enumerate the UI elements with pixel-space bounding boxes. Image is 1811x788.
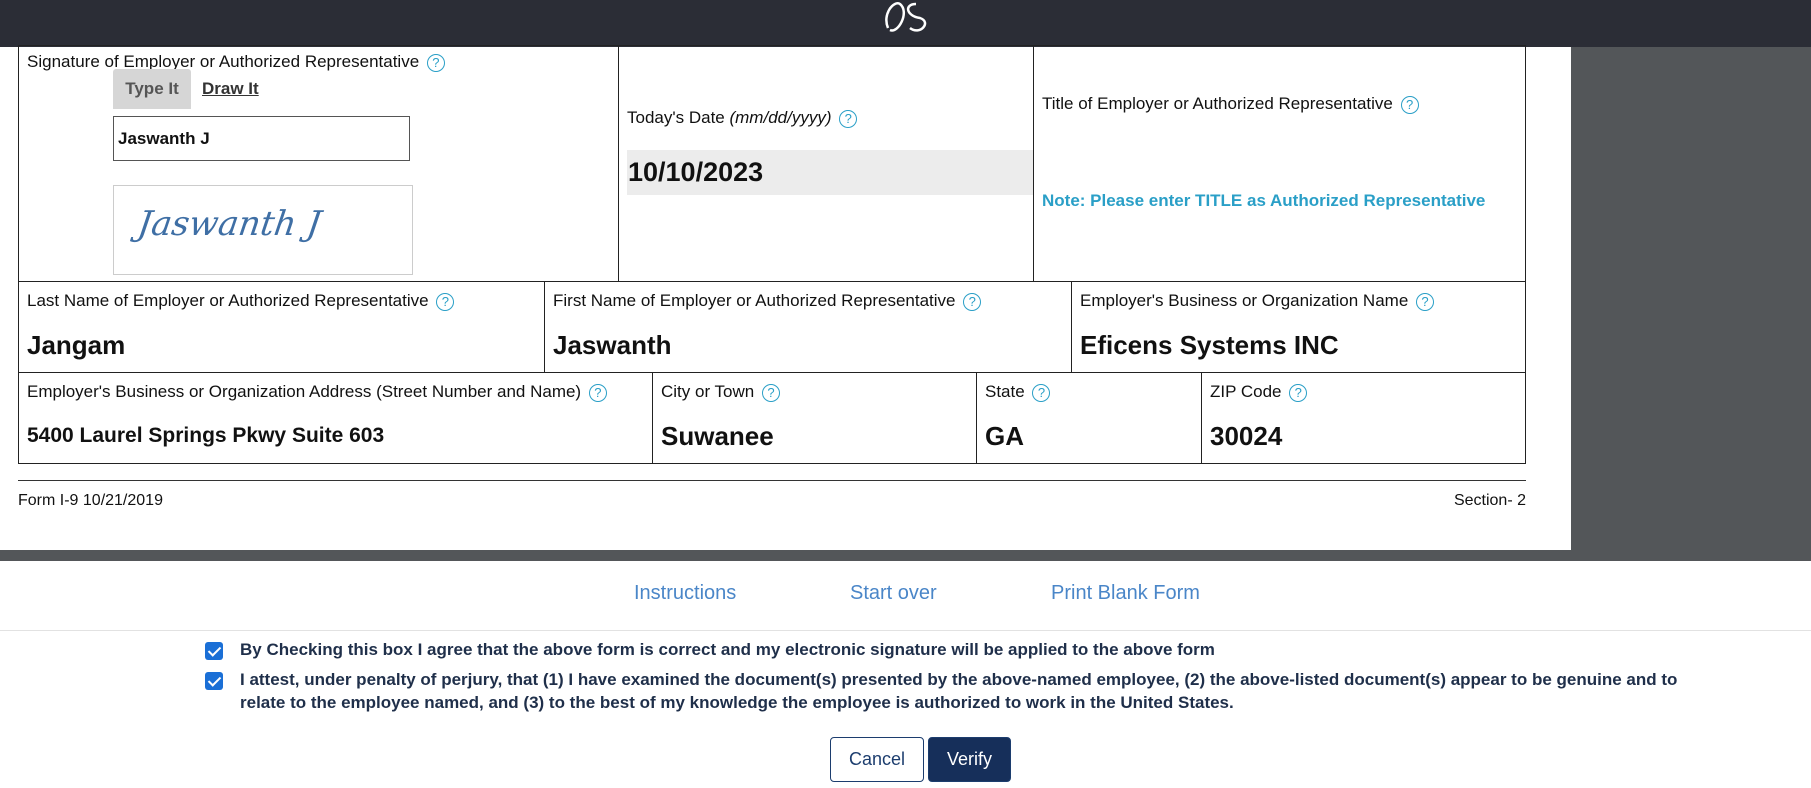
start-over-link[interactable]: Start over — [850, 582, 937, 605]
zip-value[interactable]: 30024 — [1210, 421, 1282, 452]
title-note: Note: Please enter TITLE as Authorized R… — [1042, 191, 1486, 210]
help-icon[interactable]: ? — [1032, 383, 1051, 402]
first-name-label-text: First Name of Employer or Authorized Rep… — [553, 291, 956, 310]
section-label: Section- 2 — [1453, 492, 1526, 509]
address-label: Employer's Business or Organization Addr… — [27, 382, 607, 402]
help-icon[interactable]: ? — [839, 109, 858, 128]
attest-text: I attest, under penalty of perjury, that… — [240, 670, 1678, 712]
last-name-cell: Last Name of Employer or Authorized Repr… — [18, 281, 545, 373]
help-icon[interactable]: ? — [588, 383, 607, 402]
agree-text: By Checking this box I agree that the ab… — [240, 640, 1215, 659]
first-name-cell: First Name of Employer or Authorized Rep… — [544, 281, 1072, 373]
help-icon[interactable]: ? — [963, 292, 982, 311]
zip-label-text: ZIP Code — [1210, 382, 1282, 401]
business-name-cell: Employer's Business or Organization Name… — [1071, 281, 1526, 373]
business-name-value[interactable]: Eficens Systems INC — [1080, 330, 1339, 361]
attest-checkbox[interactable] — [205, 672, 223, 690]
zip-label: ZIP Code ? — [1210, 382, 1308, 402]
address-value[interactable]: 5400 Laurel Springs Pkwy Suite 603 — [27, 424, 384, 448]
date-field: 10/10/2023 — [627, 150, 1034, 195]
address-cell: Employer's Business or Organization Addr… — [18, 372, 653, 464]
city-cell: City or Town ? Suwanee — [652, 372, 977, 464]
agree-checkbox[interactable] — [205, 642, 223, 660]
instructions-link[interactable]: Instructions — [634, 582, 736, 605]
business-name-label: Employer's Business or Organization Name… — [1080, 291, 1435, 311]
links-divider — [0, 630, 1811, 631]
help-icon[interactable]: ? — [1416, 292, 1435, 311]
state-label: State ? — [985, 382, 1051, 402]
viewer-toolbar — [0, 0, 1811, 47]
help-icon[interactable]: ? — [426, 53, 445, 72]
state-cell: State ? GA — [976, 372, 1202, 464]
title-label-text: Title of Employer or Authorized Represen… — [1042, 94, 1393, 113]
title-cell: Title of Employer or Authorized Represen… — [1033, 45, 1526, 282]
help-icon[interactable]: ? — [1400, 95, 1419, 114]
signature-input[interactable]: Jaswanth J — [113, 116, 410, 161]
footer-divider — [18, 480, 1526, 481]
verify-button[interactable]: Verify — [928, 737, 1011, 782]
help-icon[interactable]: ? — [761, 383, 780, 402]
tab-draw-it[interactable]: Draw It — [202, 69, 259, 109]
form-page: Signature of Employer or Authorized Repr… — [0, 45, 1571, 550]
first-name-label: First Name of Employer or Authorized Rep… — [553, 291, 982, 311]
handwriting-mark-icon — [885, 2, 927, 32]
city-label: City or Town ? — [661, 382, 780, 402]
date-label: Today's Date (mm/dd/yyyy) ? — [627, 108, 858, 128]
date-format-hint: (mm/dd/yyyy) — [729, 108, 832, 127]
last-name-value[interactable]: Jangam — [27, 330, 125, 361]
address-label-text: Employer's Business or Organization Addr… — [27, 382, 582, 401]
date-cell: Today's Date (mm/dd/yyyy) ? 10/10/2023 — [618, 45, 1034, 282]
help-icon[interactable]: ? — [436, 292, 455, 311]
date-label-text: Today's Date — [627, 108, 725, 127]
state-value[interactable]: GA — [985, 421, 1024, 452]
last-name-label: Last Name of Employer or Authorized Repr… — [27, 291, 455, 311]
signature-preview-text: Jaswanth J — [135, 204, 324, 244]
last-name-label-text: Last Name of Employer or Authorized Repr… — [27, 291, 429, 310]
title-label: Title of Employer or Authorized Represen… — [1042, 94, 1419, 114]
tab-type-it[interactable]: Type It — [113, 69, 191, 109]
form-id: Form I-9 10/21/2019 — [18, 492, 163, 509]
signature-preview: Jaswanth J — [113, 185, 413, 275]
zip-cell: ZIP Code ? 30024 — [1201, 372, 1526, 464]
signature-cell: Signature of Employer or Authorized Repr… — [18, 45, 619, 282]
cancel-button[interactable]: Cancel — [830, 737, 924, 782]
help-icon[interactable]: ? — [1289, 383, 1308, 402]
print-blank-form-link[interactable]: Print Blank Form — [1051, 582, 1200, 605]
state-label-text: State — [985, 382, 1025, 401]
business-name-label-text: Employer's Business or Organization Name — [1080, 291, 1409, 310]
city-label-text: City or Town — [661, 382, 755, 401]
first-name-value[interactable]: Jaswanth — [553, 330, 672, 361]
city-value[interactable]: Suwanee — [661, 421, 774, 452]
